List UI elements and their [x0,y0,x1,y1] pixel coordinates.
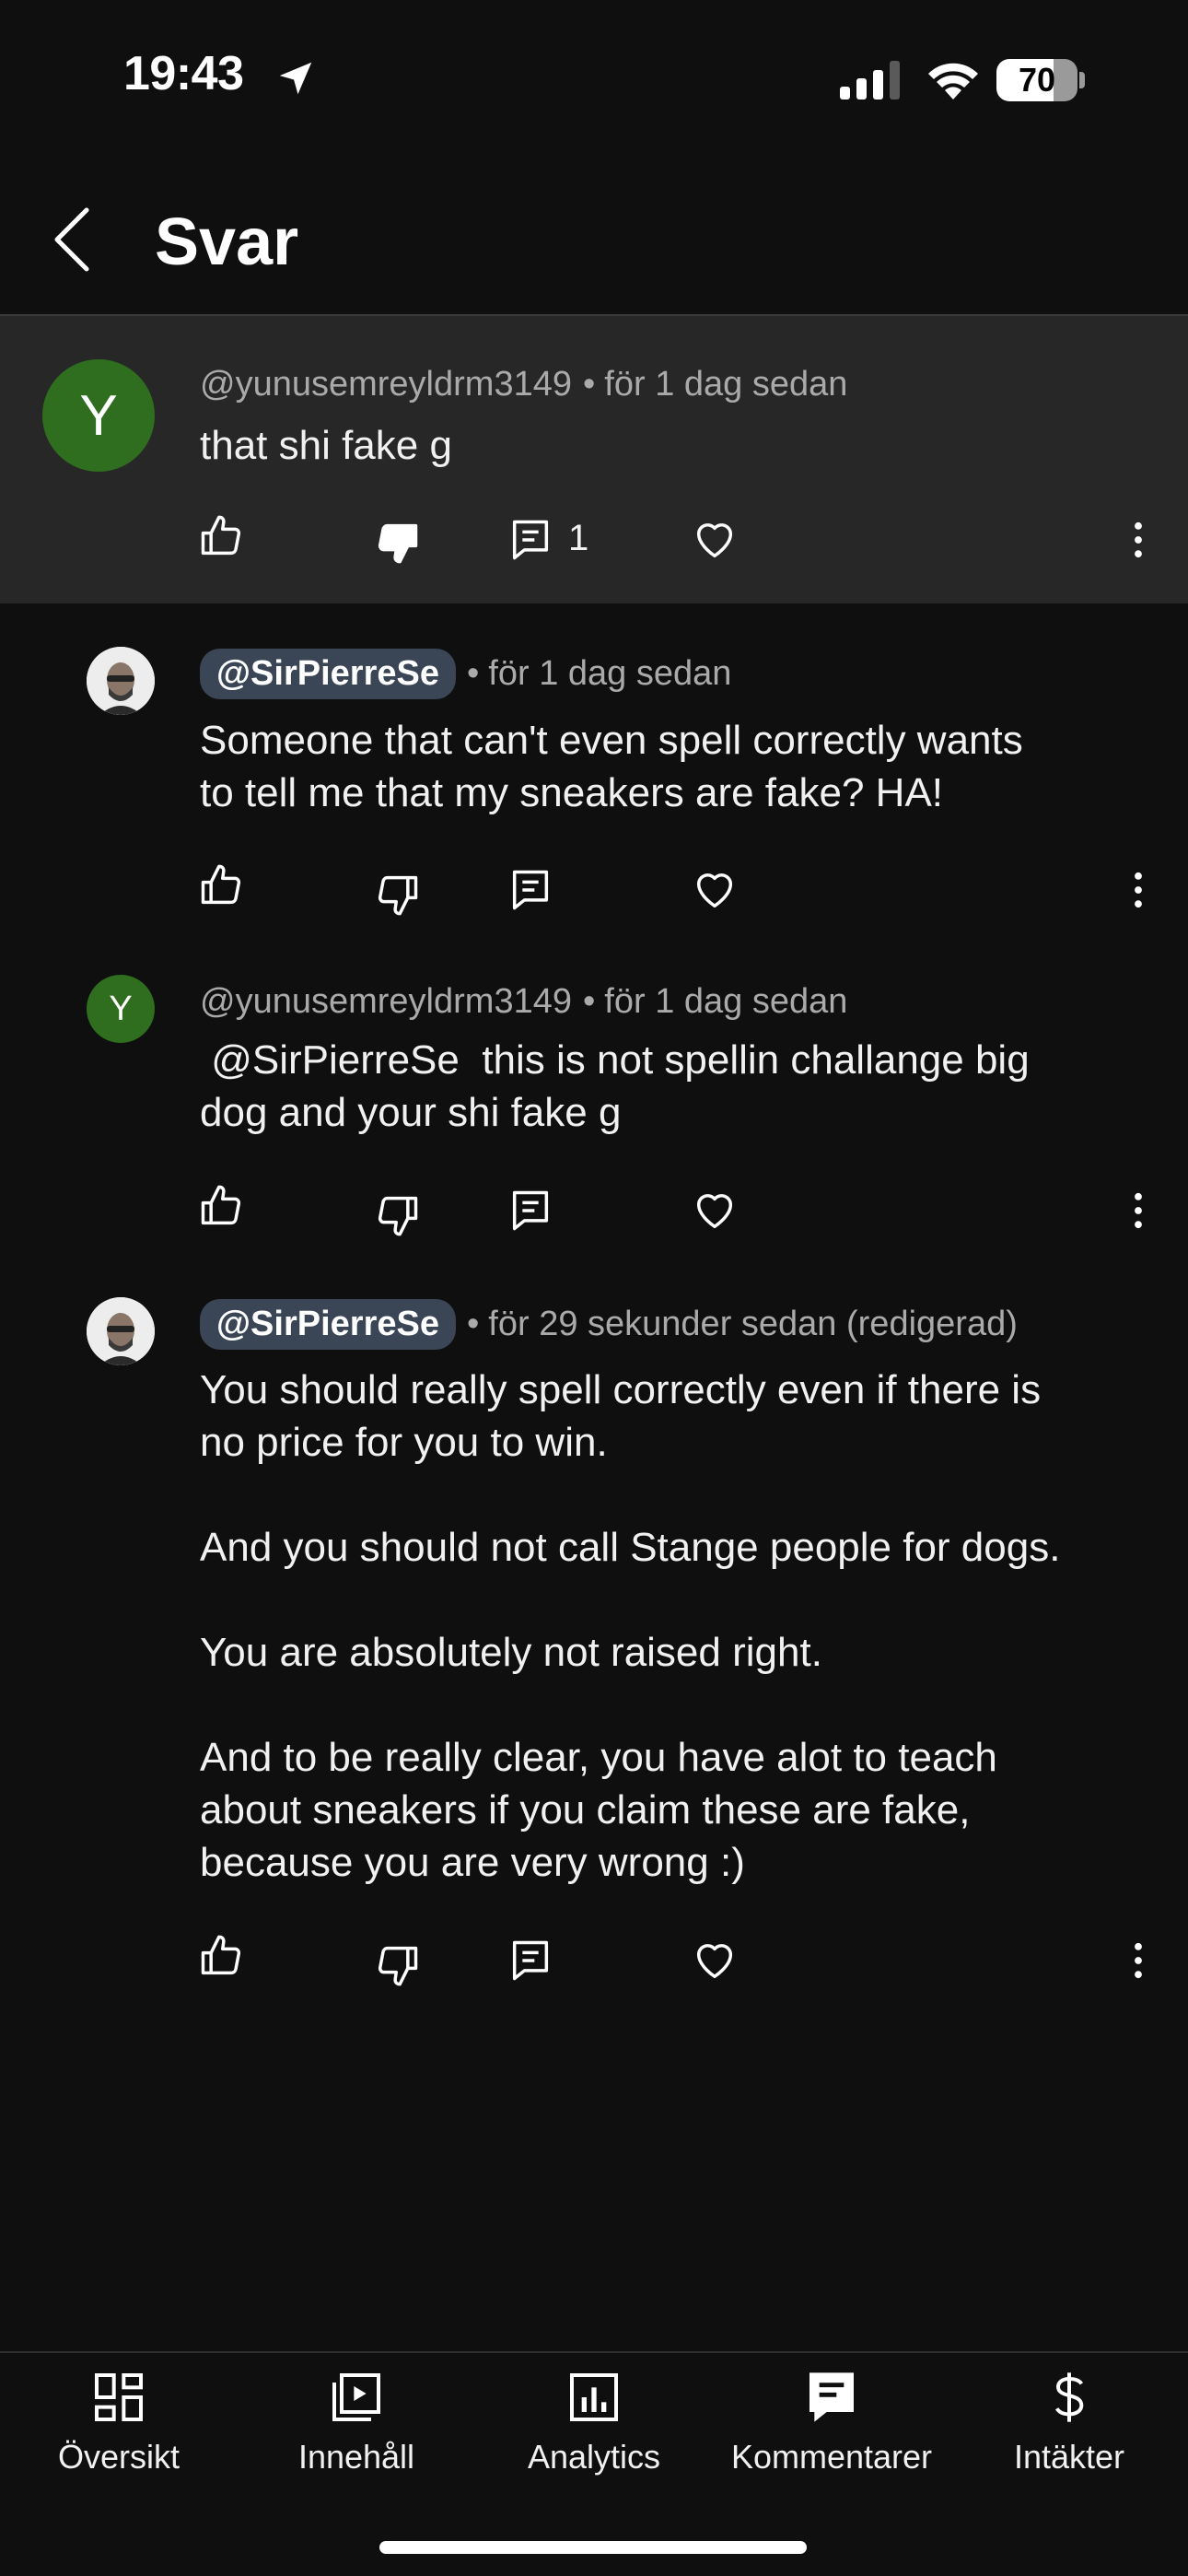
dislike-button[interactable] [374,1190,422,1238]
avatar[interactable] [87,1297,155,1365]
nav-label: Intäkter [1013,2438,1125,2476]
more-vertical-icon [1135,1192,1142,1229]
analytics-icon [570,2373,618,2421]
heart-icon [696,1194,733,1229]
profile-photo-icon [87,1297,155,1365]
avatar[interactable] [87,647,155,715]
comment-author-chip[interactable]: @SirPierreSe [200,649,456,699]
reply-comment-icon [512,1190,549,1231]
heart-button[interactable] [691,516,739,564]
reply-comment-icon [512,520,549,560]
reply-comment-icon [512,1940,549,1981]
thumbs-up-icon [201,1185,241,1225]
reply-button[interactable] [507,516,554,564]
thumbs-up-icon [201,864,241,905]
comment-time: för 1 dag sedan [604,982,848,1021]
reply-count: 1 [568,518,589,558]
more-vertical-icon [1135,872,1142,908]
reply-button[interactable] [507,1187,554,1235]
comment-time: för 29 sekunder sedan (redigerad) [488,1305,1018,1343]
comment-time: för 1 dag sedan [604,365,848,404]
dislike-button[interactable] [374,1940,422,1988]
comment-author[interactable]: @yunusemreyldrm3149 [200,982,572,1021]
bottom-nav-divider [0,2351,1188,2353]
heart-button[interactable] [691,866,739,914]
heart-button[interactable] [691,1937,739,1985]
comment-time: för 1 dag sedan [488,654,732,693]
comment-text: Someone that can't even spell correctly … [200,718,1023,815]
profile-photo-icon [87,647,155,715]
comment-meta: @yunusemreyldrm3149 • för 1 dag sedan [200,982,848,1021]
nav-item-innehall[interactable]: Innehåll [238,2360,475,2499]
back-arrow-icon[interactable] [46,205,98,275]
cellular-signal-icon [840,61,900,100]
comment-author-chip[interactable]: @SirPierreSe [200,1299,456,1350]
comment-meta: @yunusemreyldrm3149 • för 1 dag sedan [200,365,848,404]
page-title: Svar [155,205,299,279]
avatar[interactable]: Y [42,359,155,472]
nav-item-analytics[interactable]: Analytics [475,2360,713,2499]
location-arrow-icon [279,62,312,95]
battery-indicator: 70 [996,59,1085,103]
thumbs-down-icon [378,1196,418,1236]
comment-author[interactable]: @yunusemreyldrm3149 [200,365,572,404]
nav-label: Kommentarer [730,2438,933,2476]
heart-icon [696,523,733,558]
like-button[interactable] [197,862,245,910]
reply-button[interactable] [507,1937,554,1985]
like-button[interactable] [197,1183,245,1231]
nav-label: Översikt [57,2438,180,2476]
more-options-button[interactable] [1114,1937,1162,1985]
battery-percent: 70 [1018,61,1056,99]
reply-comment-icon [512,870,549,910]
nav-item-oversikt[interactable]: Översikt [0,2360,238,2499]
nav-item-kommentarer[interactable]: Kommentarer [713,2360,950,2499]
dashboard-icon [95,2373,143,2421]
more-vertical-icon [1135,1942,1142,1979]
comments-icon [809,2372,854,2422]
status-time: 19:43 [123,47,244,100]
thumbs-up-icon [201,1935,241,1975]
nav-item-intakter[interactable]: Intäkter [950,2360,1188,2499]
heart-icon [696,873,733,908]
avatar[interactable]: Y [87,975,155,1043]
heart-icon [696,1944,733,1979]
thumbs-down-icon [378,1946,418,1986]
comment-text: @SirPierreSe this is not spellin challan… [200,1037,1030,1135]
nav-label: Analytics [527,2438,661,2476]
like-button[interactable] [197,1933,245,1981]
nav-label: Innehåll [297,2438,415,2476]
more-vertical-icon [1135,521,1142,558]
wifi-icon [928,63,978,100]
comment-meta: @SirPierreSe • för 1 dag sedan [200,649,731,699]
thumbs-down-icon [378,875,418,916]
dislike-button[interactable] [374,870,422,918]
more-options-button[interactable] [1114,516,1162,564]
more-options-button[interactable] [1114,1187,1162,1235]
comment-meta: @SirPierreSe • för 29 sekunder sedan (redi… [200,1299,1018,1350]
comment-text: that shi fake g [200,423,452,468]
comment-text: You should really spell correctly even i… [200,1367,1061,1885]
reply-button[interactable] [507,866,554,914]
parent-comment [0,316,1188,603]
dislike-button[interactable] [374,518,422,566]
home-indicator [379,2541,807,2554]
content-icon [332,2373,380,2421]
dollar-icon [1054,2372,1084,2422]
heart-button[interactable] [691,1187,739,1235]
thumbs-down-filled-icon [378,523,418,564]
more-options-button[interactable] [1114,866,1162,914]
like-button[interactable] [197,513,245,561]
thumbs-up-icon [201,515,241,556]
